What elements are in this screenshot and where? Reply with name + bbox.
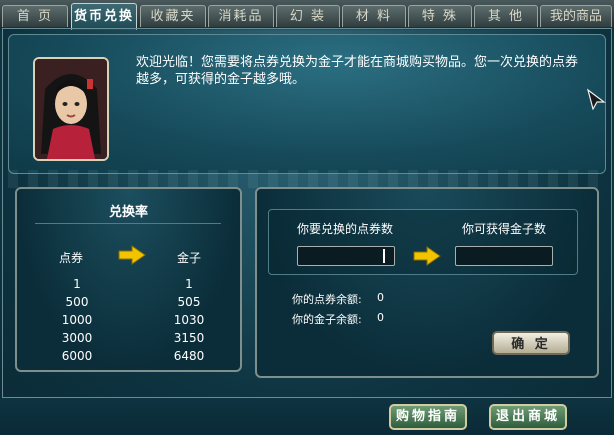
rate-coupon-value: 500 (65, 295, 89, 309)
rate-coupon-value: 1000 (61, 313, 93, 327)
tab-currency-exchange[interactable]: 货币兑换 (71, 3, 137, 30)
confirm-button[interactable]: 确 定 (492, 331, 570, 355)
gold-amount-output (455, 246, 553, 266)
coupon-balance-value: 0 (377, 291, 384, 304)
npc-portrait (33, 57, 109, 161)
arrow-right-icon (413, 246, 441, 266)
tab-consumables[interactable]: 消耗品 (208, 5, 274, 27)
tab-favorites[interactable]: 收藏夹 (140, 5, 206, 27)
coupon-input-label: 你要兑换的点券数 (297, 222, 394, 236)
exchange-rate-panel: 兑换率 点券 金子 1 1 500 505 1000 1030 3000 315… (15, 187, 242, 372)
tab-my-items[interactable]: 我的商品 (540, 5, 612, 27)
divider (35, 223, 221, 224)
welcome-message: 欢迎光临！您需要将点券兑换为金子才能在商城购买物品。您一次兑换的点券越多，可获得… (136, 55, 579, 87)
tab-bar: 首 页 货币兑换 收藏夹 消耗品 幻 装 材 料 特 殊 其 他 我的商品 (0, 0, 614, 30)
rate-gold-value: 505 (177, 295, 201, 309)
exit-shop-button[interactable]: 退出商城 (489, 404, 567, 430)
rate-gold-value: 3150 (173, 331, 205, 345)
gold-output-label: 你可获得金子数 (462, 222, 547, 236)
rate-title: 兑换率 (108, 205, 148, 220)
rate-coupon-value: 1 (73, 277, 81, 291)
rate-coupon-value: 6000 (61, 349, 93, 363)
tab-special[interactable]: 特 殊 (408, 5, 472, 27)
decorative-border (8, 170, 606, 188)
rate-col-gold: 金子 (177, 251, 202, 265)
rate-gold-value: 1 (185, 277, 193, 291)
text-caret (383, 249, 385, 263)
coupon-balance-label: 你的点券余额: (292, 293, 362, 306)
gold-balance-value: 0 (377, 311, 384, 324)
tab-materials[interactable]: 材 料 (342, 5, 406, 27)
rate-coupon-value: 3000 (61, 331, 93, 345)
rate-gold-value: 1030 (173, 313, 205, 327)
cursor-arrow-icon (586, 88, 606, 110)
rate-gold-value: 6480 (173, 349, 205, 363)
rate-col-coupon: 点券 (59, 251, 84, 265)
shop-window: 首 页 货币兑换 收藏夹 消耗品 幻 装 材 料 特 殊 其 他 我的商品 欢迎… (0, 0, 614, 435)
tab-fashion[interactable]: 幻 装 (276, 5, 340, 27)
tab-home[interactable]: 首 页 (2, 5, 68, 27)
coupon-amount-input[interactable] (297, 246, 395, 266)
gold-balance-label: 你的金子余额: (292, 313, 362, 326)
tab-other[interactable]: 其 他 (474, 5, 538, 27)
arrow-right-icon (118, 245, 146, 265)
shopping-guide-button[interactable]: 购物指南 (389, 404, 467, 430)
